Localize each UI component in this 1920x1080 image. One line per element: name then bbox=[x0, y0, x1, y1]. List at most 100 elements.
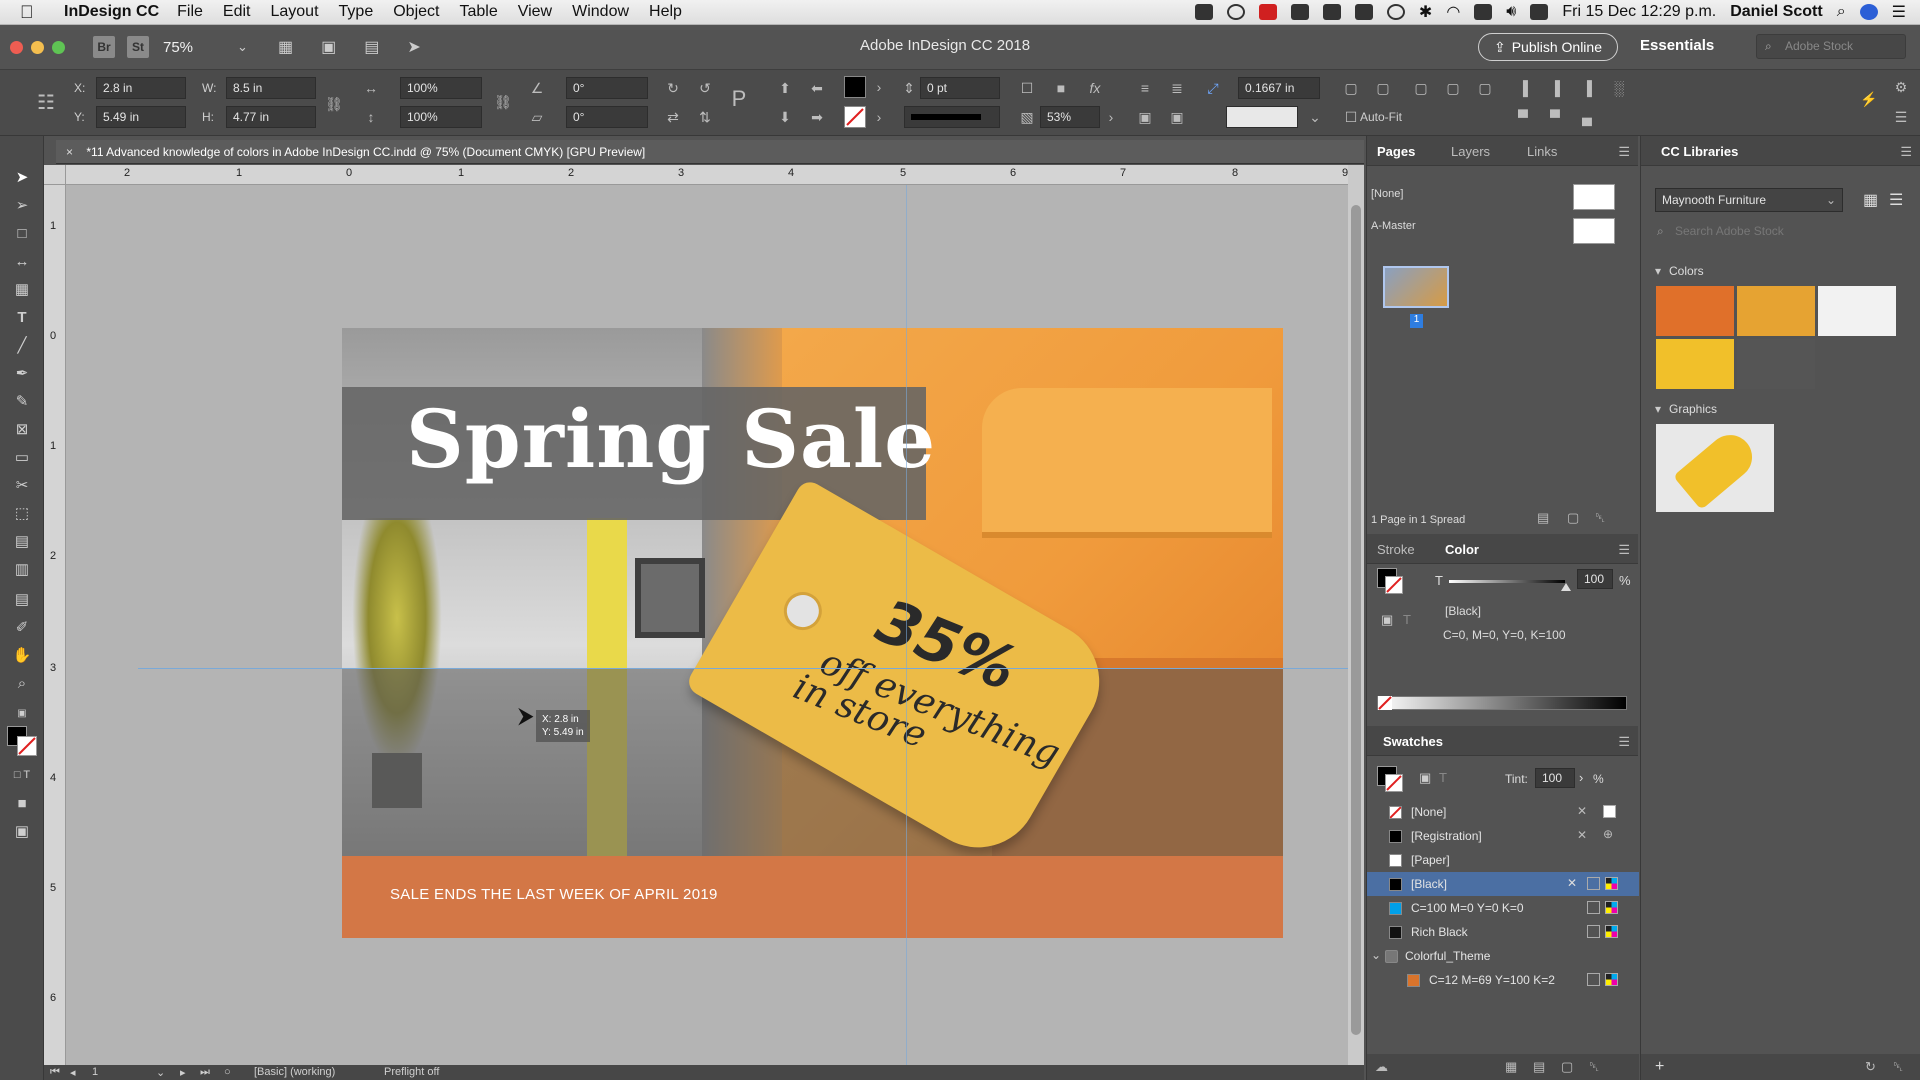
red-app-icon[interactable] bbox=[1258, 4, 1277, 20]
new-page-icon[interactable]: ▢ bbox=[1567, 510, 1579, 526]
auto-fit-checkbox[interactable]: ☐ bbox=[1342, 108, 1360, 126]
hand-tool-icon[interactable]: ✋ bbox=[11, 644, 33, 666]
opacity-dropdown-icon[interactable]: › bbox=[1102, 108, 1120, 126]
gap-tool-icon[interactable]: ⤢ bbox=[1204, 79, 1222, 97]
working-style[interactable]: [Basic] (working) bbox=[254, 1066, 335, 1078]
align-center-icon[interactable]: ▐ bbox=[1546, 79, 1564, 97]
align-left-icon[interactable]: ▐ bbox=[1514, 79, 1532, 97]
apply-color-icon[interactable]: ■ bbox=[11, 792, 33, 814]
volume-icon[interactable]: 🔊︎ bbox=[1506, 3, 1516, 21]
last-page-icon[interactable]: ⏭ bbox=[200, 1066, 210, 1079]
apply-to-text-icon[interactable]: T bbox=[1403, 612, 1411, 627]
library-color-chip[interactable] bbox=[1737, 339, 1815, 389]
flip-vertical-icon[interactable]: ⇅ bbox=[696, 108, 714, 126]
gradient-swatch-tool-icon[interactable]: ▤ bbox=[11, 530, 33, 552]
menu-help[interactable]: Help bbox=[649, 3, 682, 21]
tab-links[interactable]: Links bbox=[1527, 144, 1557, 159]
prev-page-icon[interactable]: ◂ bbox=[70, 1066, 76, 1079]
airplay-icon[interactable] bbox=[1474, 4, 1493, 20]
panel-menu-icon[interactable]: ☰ bbox=[1618, 144, 1630, 160]
menu-file[interactable]: File bbox=[177, 3, 203, 21]
spotlight-icon[interactable]: ⌕ bbox=[1837, 3, 1846, 21]
stroke-swatch-none[interactable] bbox=[844, 106, 866, 128]
scale-y-field[interactable]: 100% bbox=[400, 106, 482, 128]
library-color-chip[interactable] bbox=[1818, 286, 1896, 336]
slack-icon[interactable] bbox=[1322, 4, 1341, 20]
stroke-type-dropdown[interactable] bbox=[904, 106, 1000, 128]
control-settings-icon[interactable]: ⚙ bbox=[1892, 78, 1910, 96]
constrain-proportions-icon[interactable]: ⛓ bbox=[325, 95, 343, 113]
dropbox-icon[interactable] bbox=[1194, 4, 1213, 20]
stock-button[interactable]: St bbox=[127, 36, 149, 58]
align-top-icon[interactable]: ▀ bbox=[1514, 108, 1532, 126]
text-wrap-box-icon[interactable]: ≣ bbox=[1168, 79, 1186, 97]
cc-library-icon[interactable]: ☁ bbox=[1375, 1059, 1388, 1075]
time-machine-icon[interactable] bbox=[1386, 4, 1405, 20]
stock-search-input[interactable]: ⌕ Adobe Stock bbox=[1756, 34, 1906, 59]
tab-stroke[interactable]: Stroke bbox=[1377, 542, 1415, 557]
swatch-row[interactable]: C=100 M=0 Y=0 K=0 bbox=[1367, 896, 1639, 920]
ruler-origin[interactable] bbox=[44, 165, 66, 185]
scale-x-field[interactable]: 100% bbox=[400, 77, 482, 99]
swatch-row[interactable]: [Paper] bbox=[1367, 848, 1639, 872]
menu-edit[interactable]: Edit bbox=[223, 3, 251, 21]
menu-layout[interactable]: Layout bbox=[270, 3, 318, 21]
free-transform-tool-icon[interactable]: ⬚ bbox=[11, 502, 33, 524]
publish-rocket-icon[interactable]: ➤ bbox=[407, 37, 420, 57]
swatch-row[interactable]: [None] ✕ bbox=[1367, 800, 1639, 824]
tint-slider-handle[interactable] bbox=[1561, 583, 1571, 591]
bridge-button[interactable]: Br bbox=[93, 36, 115, 58]
direct-selection-tool-icon[interactable]: ➢ bbox=[11, 194, 33, 216]
gradient-feather-tool-icon[interactable]: ▥ bbox=[11, 558, 33, 580]
colors-disclosure-icon[interactable]: ▾ bbox=[1655, 264, 1661, 278]
delete-page-icon[interactable]: ␡ bbox=[1595, 510, 1605, 526]
center-content-icon[interactable]: ▣ bbox=[1168, 108, 1186, 126]
align-right-icon[interactable]: ▐ bbox=[1578, 79, 1596, 97]
swatch-row[interactable]: Rich Black bbox=[1367, 920, 1639, 944]
control-menu-icon[interactable]: ☰ bbox=[1892, 108, 1910, 126]
library-color-chip[interactable] bbox=[1656, 286, 1734, 336]
publish-online-button[interactable]: ⇪ Publish Online bbox=[1478, 33, 1618, 61]
tab-cc-libraries[interactable]: CC Libraries bbox=[1661, 144, 1738, 159]
arrange-documents-icon[interactable]: ▤ bbox=[364, 37, 379, 57]
stroke-box[interactable] bbox=[17, 736, 37, 756]
scroll-thumb[interactable] bbox=[1351, 205, 1361, 1035]
tab-swatches[interactable]: Swatches bbox=[1383, 734, 1443, 749]
rotate-field[interactable]: 0° bbox=[566, 77, 648, 99]
effects-icon[interactable]: fx bbox=[1086, 79, 1104, 97]
menu-window[interactable]: Window bbox=[572, 3, 629, 21]
frame-preset-field[interactable] bbox=[1226, 106, 1298, 128]
cloud-icon[interactable] bbox=[1354, 4, 1373, 20]
swatch-stroke-box[interactable] bbox=[1385, 774, 1403, 792]
fill-proportionally-icon[interactable]: ▢ bbox=[1412, 79, 1430, 97]
center-content-fit-icon[interactable]: ▢ bbox=[1476, 79, 1494, 97]
align-middle-icon[interactable]: ▀ bbox=[1546, 108, 1564, 126]
pasteboard[interactable]: Spring Sale 35% off everything in store … bbox=[66, 185, 1348, 1065]
pencil-tool-icon[interactable]: ✎ bbox=[11, 390, 33, 412]
page-size-icon[interactable]: ▤ bbox=[1537, 510, 1549, 526]
align-bottom-icon[interactable]: ▄ bbox=[1578, 108, 1596, 126]
content-collector-icon[interactable]: ▦ bbox=[11, 278, 33, 300]
footer-band[interactable]: SALE ENDS THE LAST WEEK OF APRIL 2019 bbox=[342, 856, 1283, 938]
select-next-icon[interactable]: ➡ bbox=[808, 108, 826, 126]
delete-icon[interactable]: ␡ bbox=[1893, 1059, 1903, 1075]
select-container-icon[interactable]: ⬆ bbox=[776, 79, 794, 97]
none-master-thumbnail[interactable] bbox=[1573, 184, 1615, 210]
gap-tool-icon[interactable]: ↔ bbox=[11, 250, 33, 272]
rectangle-tool-icon[interactable]: ▭ bbox=[11, 446, 33, 468]
wifi-icon[interactable]: ◠ bbox=[1446, 2, 1460, 22]
a-master-label[interactable]: A-Master bbox=[1371, 220, 1416, 232]
new-group-icon[interactable]: ▤ bbox=[1533, 1059, 1545, 1075]
fit-content-icon[interactable]: ▢ bbox=[1374, 79, 1392, 97]
horizontal-guide[interactable] bbox=[138, 668, 1348, 669]
default-fill-stroke-icon[interactable]: ▣ bbox=[11, 702, 33, 724]
note-tool-icon[interactable]: ▤ bbox=[11, 588, 33, 610]
menu-type[interactable]: Type bbox=[339, 3, 374, 21]
graphics-disclosure-icon[interactable]: ▾ bbox=[1655, 402, 1661, 416]
stroke-weight-stepper-icon[interactable]: ⇕ bbox=[900, 79, 918, 97]
chevron-down-icon[interactable]: ⌄ bbox=[1371, 948, 1381, 962]
none-master-label[interactable]: [None] bbox=[1371, 188, 1403, 200]
close-window-button[interactable] bbox=[10, 40, 23, 54]
library-color-chip[interactable] bbox=[1737, 286, 1815, 336]
zoom-level[interactable]: 75% bbox=[163, 39, 193, 56]
